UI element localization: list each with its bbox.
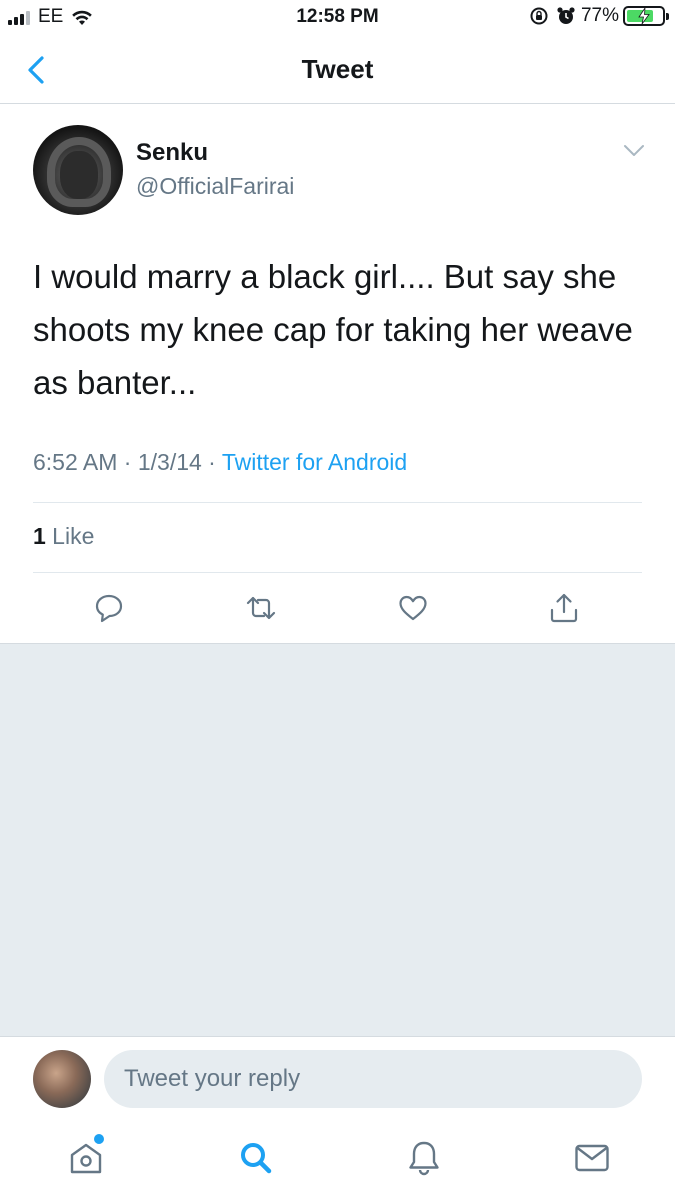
alarm-icon [557, 7, 575, 24]
tweet-source-link[interactable]: Twitter for Android [222, 449, 407, 475]
tab-notifications[interactable] [404, 1138, 444, 1178]
share-icon[interactable] [548, 592, 580, 624]
notifications-icon [409, 1141, 439, 1176]
status-bar-right: 77% [529, 5, 669, 27]
tab-bar [0, 1120, 675, 1200]
charging-bolt-icon [638, 8, 650, 24]
chevron-down-icon[interactable] [622, 143, 646, 159]
tab-search[interactable] [236, 1138, 276, 1178]
tweet-time: 6:52 AM [33, 449, 118, 475]
reply-input[interactable] [104, 1050, 642, 1108]
likes-count-link[interactable]: 1 Like [33, 523, 94, 550]
nav-bar: Tweet [0, 36, 675, 104]
author-avatar[interactable] [33, 125, 123, 215]
author-display-name[interactable]: Senku [136, 139, 208, 167]
status-bar: EE 12:58 PM 77% [0, 0, 675, 36]
orientation-lock-icon [530, 7, 548, 25]
user-avatar[interactable] [33, 1050, 91, 1108]
divider [33, 502, 642, 503]
like-count: 1 [33, 523, 46, 549]
tweet-text: I would marry a black girl.... But say s… [33, 258, 633, 401]
tweet-meta: 6:52 AM · 1/3/14 · Twitter for Android [33, 449, 407, 476]
tweet-date: 1/3/14 [137, 449, 202, 475]
search-icon [241, 1143, 272, 1174]
battery-icon [623, 6, 669, 26]
meta-separator: · [117, 449, 138, 475]
tweet-actions [33, 577, 642, 637]
page-title: Tweet [301, 54, 374, 84]
tab-home[interactable] [66, 1134, 106, 1178]
reply-icon[interactable] [93, 592, 125, 624]
divider [33, 572, 642, 573]
tweet-detail: Senku @OfficialFarirai I would marry a b… [0, 105, 675, 642]
new-content-dot [94, 1134, 104, 1144]
author-handle[interactable]: @OfficialFarirai [136, 173, 294, 200]
home-icon [70, 1143, 102, 1174]
like-icon[interactable] [397, 592, 429, 624]
empty-replies-area [0, 643, 675, 1036]
battery-percent: 77% [580, 5, 619, 26]
reply-bar [0, 1036, 675, 1120]
tab-messages[interactable] [572, 1138, 612, 1178]
like-label: Like [45, 523, 95, 549]
messages-icon [575, 1144, 609, 1172]
meta-separator: · [201, 449, 222, 475]
retweet-icon[interactable] [245, 592, 277, 624]
battery-nub [666, 13, 669, 20]
